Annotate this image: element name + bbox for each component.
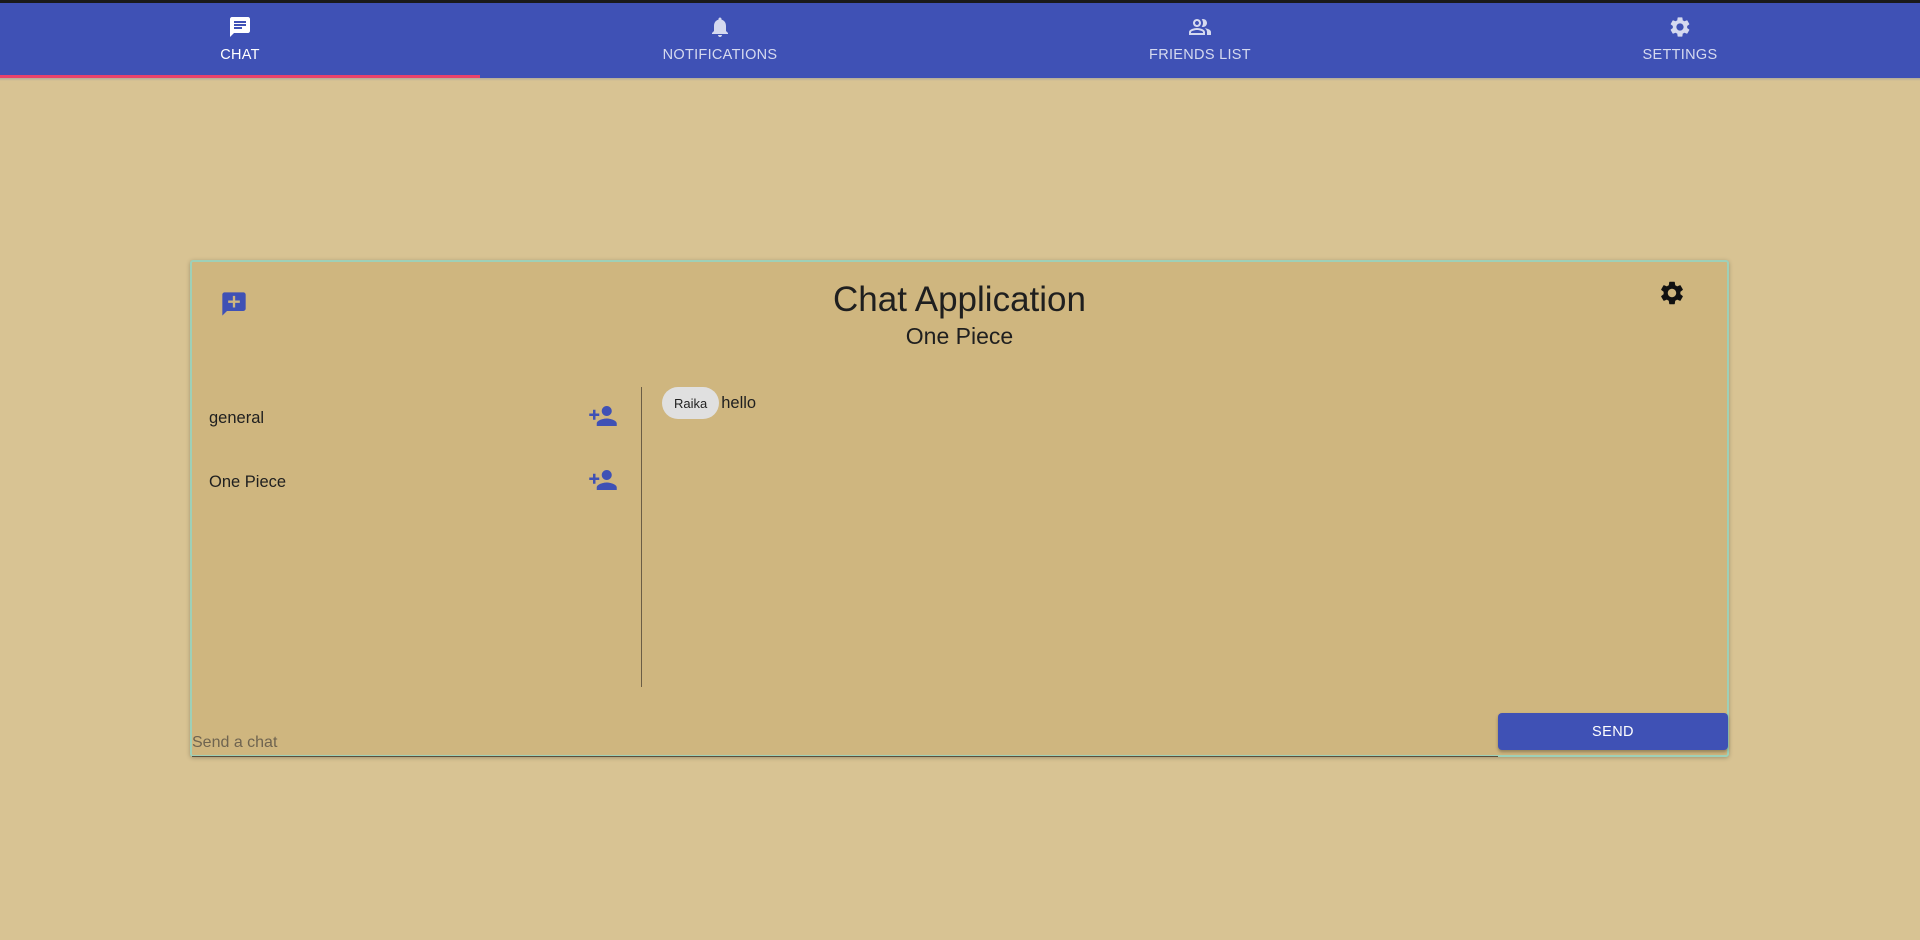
chat-icon — [230, 17, 250, 37]
tab-chat[interactable]: CHAT — [0, 3, 480, 78]
tab-notifications-label: NOTIFICATIONS — [662, 47, 778, 63]
message-text: hello — [721, 393, 757, 412]
page-title: Chat Application — [833, 280, 1086, 319]
sender-chip[interactable]: Raika — [662, 387, 720, 419]
tab-notifications[interactable]: NOTIFICATIONS — [480, 3, 960, 78]
gear-icon — [1661, 281, 1683, 305]
message-list: Raika hello — [662, 387, 1702, 687]
chat-settings-button[interactable] — [1658, 279, 1686, 307]
tab-friends-list[interactable]: FRIENDS LIST — [960, 3, 1440, 78]
tab-chat-label: CHAT — [220, 47, 260, 63]
people-icon — [1189, 19, 1211, 35]
person-add-icon — [589, 470, 617, 490]
current-room-title: One Piece — [905, 323, 1014, 349]
top-navigation-bar: CHAT NOTIFICATIONS FRIENDS LIST SETTINGS — [0, 0, 1920, 78]
room-item-general[interactable]: general — [192, 387, 642, 451]
chat-input-wrapper — [192, 722, 1498, 757]
tab-friends-list-label: FRIENDS LIST — [1149, 47, 1251, 63]
person-add-icon — [589, 406, 617, 426]
room-name: general — [209, 409, 265, 427]
tab-settings-label: SETTINGS — [1642, 47, 1718, 63]
tab-settings[interactable]: SETTINGS — [1440, 3, 1920, 78]
message-item: Raika hello — [662, 387, 1702, 419]
gear-icon — [1670, 17, 1690, 37]
topbar-shadow — [0, 78, 1920, 81]
send-button[interactable]: SEND — [1498, 713, 1728, 750]
add-user-button[interactable] — [588, 401, 618, 431]
room-name: One Piece — [209, 473, 287, 491]
room-item-one-piece[interactable]: One Piece — [192, 451, 642, 515]
rooms-divider — [641, 387, 642, 687]
room-list: general One Piece — [192, 387, 642, 515]
add-user-button[interactable] — [588, 465, 618, 495]
bell-icon — [712, 17, 728, 37]
chat-card: Chat Application One Piece general One P… — [190, 260, 1729, 757]
chat-input[interactable] — [192, 722, 1498, 755]
